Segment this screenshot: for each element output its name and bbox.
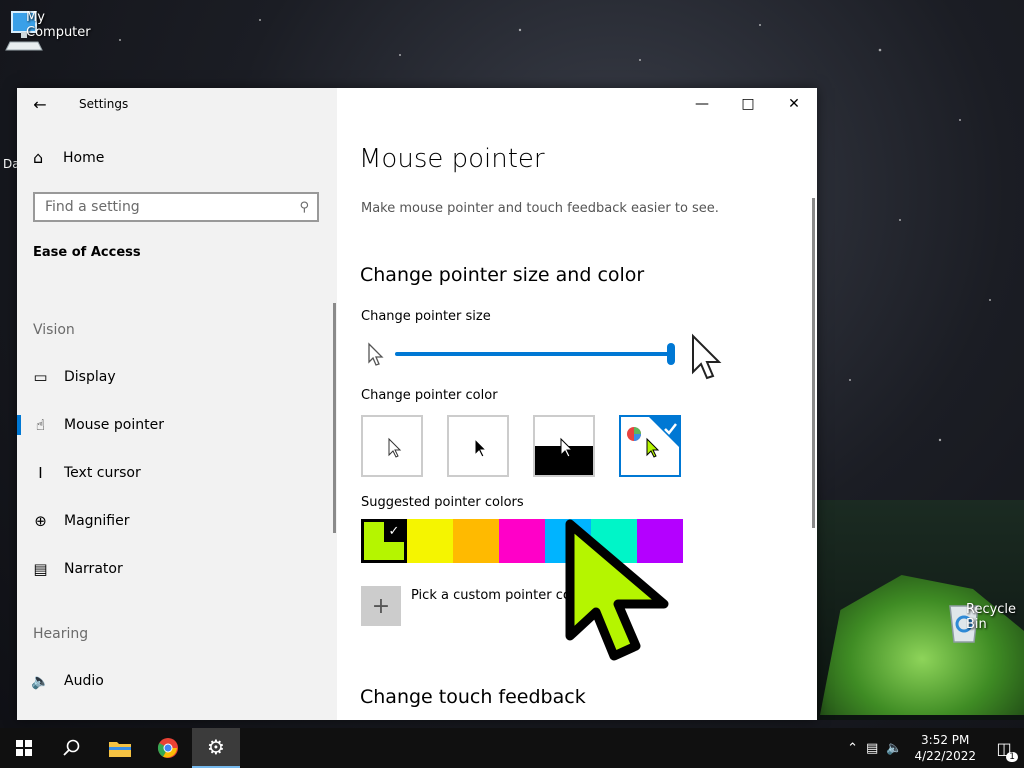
folder-icon xyxy=(109,742,131,757)
title-bar: ← Settings xyxy=(17,88,337,120)
window-title: Settings xyxy=(79,97,129,111)
settings-taskbar-button[interactable]: ⚙ xyxy=(192,728,240,768)
sidebar-scrollbar[interactable] xyxy=(333,303,336,533)
sidebar-item-display[interactable]: ▭ Display xyxy=(17,357,337,397)
small-cursor-icon xyxy=(368,342,384,366)
sidebar-item-audio[interactable]: 🔈 Audio xyxy=(17,661,337,701)
chrome-icon xyxy=(157,738,178,758)
speaker-icon: 🔈 xyxy=(31,672,50,690)
page-title: Mouse pointer xyxy=(359,144,545,174)
minimize-icon: — xyxy=(695,96,709,112)
start-button[interactable] xyxy=(0,728,48,768)
group-title-hearing: Hearing xyxy=(33,626,89,642)
pointer-color-custom[interactable] xyxy=(619,415,681,477)
gear-icon: ⚙ xyxy=(207,735,225,759)
notification-button[interactable]: ◫ 1 xyxy=(984,728,1024,768)
search-icon: ⚲ xyxy=(299,199,309,215)
white-cursor-icon xyxy=(388,437,402,458)
back-arrow-icon: ← xyxy=(33,94,47,114)
desktop-icon-my-computer[interactable]: My Computer xyxy=(2,8,91,54)
inverted-cursor-icon xyxy=(535,437,593,475)
system-tray: ⌃ ▤ 🔈 3:52 PM 4/22/2022 ◫ 1 xyxy=(843,728,1024,768)
maximize-button[interactable]: □ xyxy=(725,88,771,120)
large-green-pointer-icon xyxy=(565,519,669,661)
maximize-icon: □ xyxy=(741,96,755,112)
custom-color-cursor-icon xyxy=(627,417,679,458)
sidebar-item-label: Narrator xyxy=(64,561,123,577)
clock-time: 3:52 PM xyxy=(921,733,970,747)
chrome-button[interactable] xyxy=(144,728,192,768)
desktop-icon-label: My Computer xyxy=(26,10,91,40)
pointer-size-slider-track[interactable] xyxy=(395,352,671,356)
search-icon xyxy=(63,739,80,756)
narrator-icon: ▤ xyxy=(33,560,48,578)
sidebar-item-magnifier[interactable]: ⊕ Magnifier xyxy=(17,501,337,541)
sidebar-item-label: Audio xyxy=(64,673,104,689)
section-heading-touch: Change touch feedback xyxy=(360,686,586,708)
color-swatch[interactable] xyxy=(499,519,545,563)
page-description: Make mouse pointer and touch feedback ea… xyxy=(361,201,719,216)
main-content: — □ ✕ Mouse pointer Make mouse pointer a… xyxy=(337,88,817,720)
sidebar-item-narrator[interactable]: ▤ Narrator xyxy=(17,549,337,589)
large-cursor-icon xyxy=(692,333,722,380)
clock-date: 4/22/2022 xyxy=(914,749,976,763)
pointer-color-white[interactable] xyxy=(361,415,423,477)
volume-icon[interactable]: 🔈 xyxy=(882,741,906,756)
window-controls: — □ ✕ xyxy=(679,88,817,120)
section-title: Ease of Access xyxy=(33,245,141,260)
suggested-colors-label: Suggested pointer colors xyxy=(361,495,524,510)
checkmark-icon: ✓ xyxy=(384,522,404,542)
pointer-size-label: Change pointer size xyxy=(361,309,491,324)
mouse-pointer-icon: ☝ xyxy=(35,416,46,434)
search-taskbar-button[interactable] xyxy=(48,728,96,768)
windows-logo-icon xyxy=(16,740,32,756)
network-icon[interactable]: ▤ xyxy=(862,741,882,756)
plus-icon: + xyxy=(371,593,391,619)
search-input[interactable]: Find a setting ⚲ xyxy=(33,192,319,222)
chevron-up-icon[interactable]: ⌃ xyxy=(843,741,862,756)
sidebar-item-label: Magnifier xyxy=(64,513,130,529)
color-swatch[interactable] xyxy=(407,519,453,563)
home-link[interactable]: ⌂ Home xyxy=(33,148,104,167)
close-icon: ✕ xyxy=(788,96,800,112)
desktop-icon-recycle-bin[interactable]: Recycle Bin xyxy=(942,600,1016,646)
sidebar: ← Settings ⌂ Home Find a setting ⚲ Ease … xyxy=(17,88,337,720)
close-button[interactable]: ✕ xyxy=(771,88,817,120)
color-swatch[interactable]: ✓ xyxy=(361,519,407,563)
main-scrollbar[interactable] xyxy=(812,198,815,528)
group-title-vision: Vision xyxy=(33,322,75,338)
minimize-button[interactable]: — xyxy=(679,88,725,120)
black-cursor-icon xyxy=(474,437,488,458)
magnifier-icon: ⊕ xyxy=(34,512,47,530)
section-heading-pointer: Change pointer size and color xyxy=(360,264,645,286)
color-swatch[interactable] xyxy=(453,519,499,563)
file-explorer-button[interactable] xyxy=(96,728,144,768)
sidebar-item-text-cursor[interactable]: I Text cursor xyxy=(17,453,337,493)
monitor-icon: ▭ xyxy=(33,368,48,386)
taskbar: ⚙ ⌃ ▤ 🔈 3:52 PM 4/22/2022 ◫ 1 xyxy=(0,728,1024,768)
sidebar-item-label: Mouse pointer xyxy=(64,417,164,433)
home-label: Home xyxy=(63,149,105,166)
notification-count: 1 xyxy=(1006,752,1018,762)
text-cursor-icon: I xyxy=(38,464,43,482)
pointer-color-label: Change pointer color xyxy=(361,388,498,403)
pointer-color-black[interactable] xyxy=(447,415,509,477)
pointer-color-inverted[interactable] xyxy=(533,415,595,477)
clock[interactable]: 3:52 PM 4/22/2022 xyxy=(906,732,984,764)
sidebar-item-label: Display xyxy=(64,369,116,385)
back-button[interactable]: ← xyxy=(17,88,63,120)
home-icon: ⌂ xyxy=(33,148,44,167)
search-placeholder: Find a setting xyxy=(45,199,140,215)
settings-window: ← Settings ⌂ Home Find a setting ⚲ Ease … xyxy=(17,88,817,720)
add-custom-color-button[interactable]: + xyxy=(361,586,401,626)
pointer-size-slider-thumb[interactable] xyxy=(667,343,675,365)
sidebar-item-mouse-pointer[interactable]: ☝ Mouse pointer xyxy=(17,405,337,445)
desktop-icon-label: Recycle Bin xyxy=(966,602,1017,632)
sidebar-item-label: Text cursor xyxy=(64,465,141,481)
